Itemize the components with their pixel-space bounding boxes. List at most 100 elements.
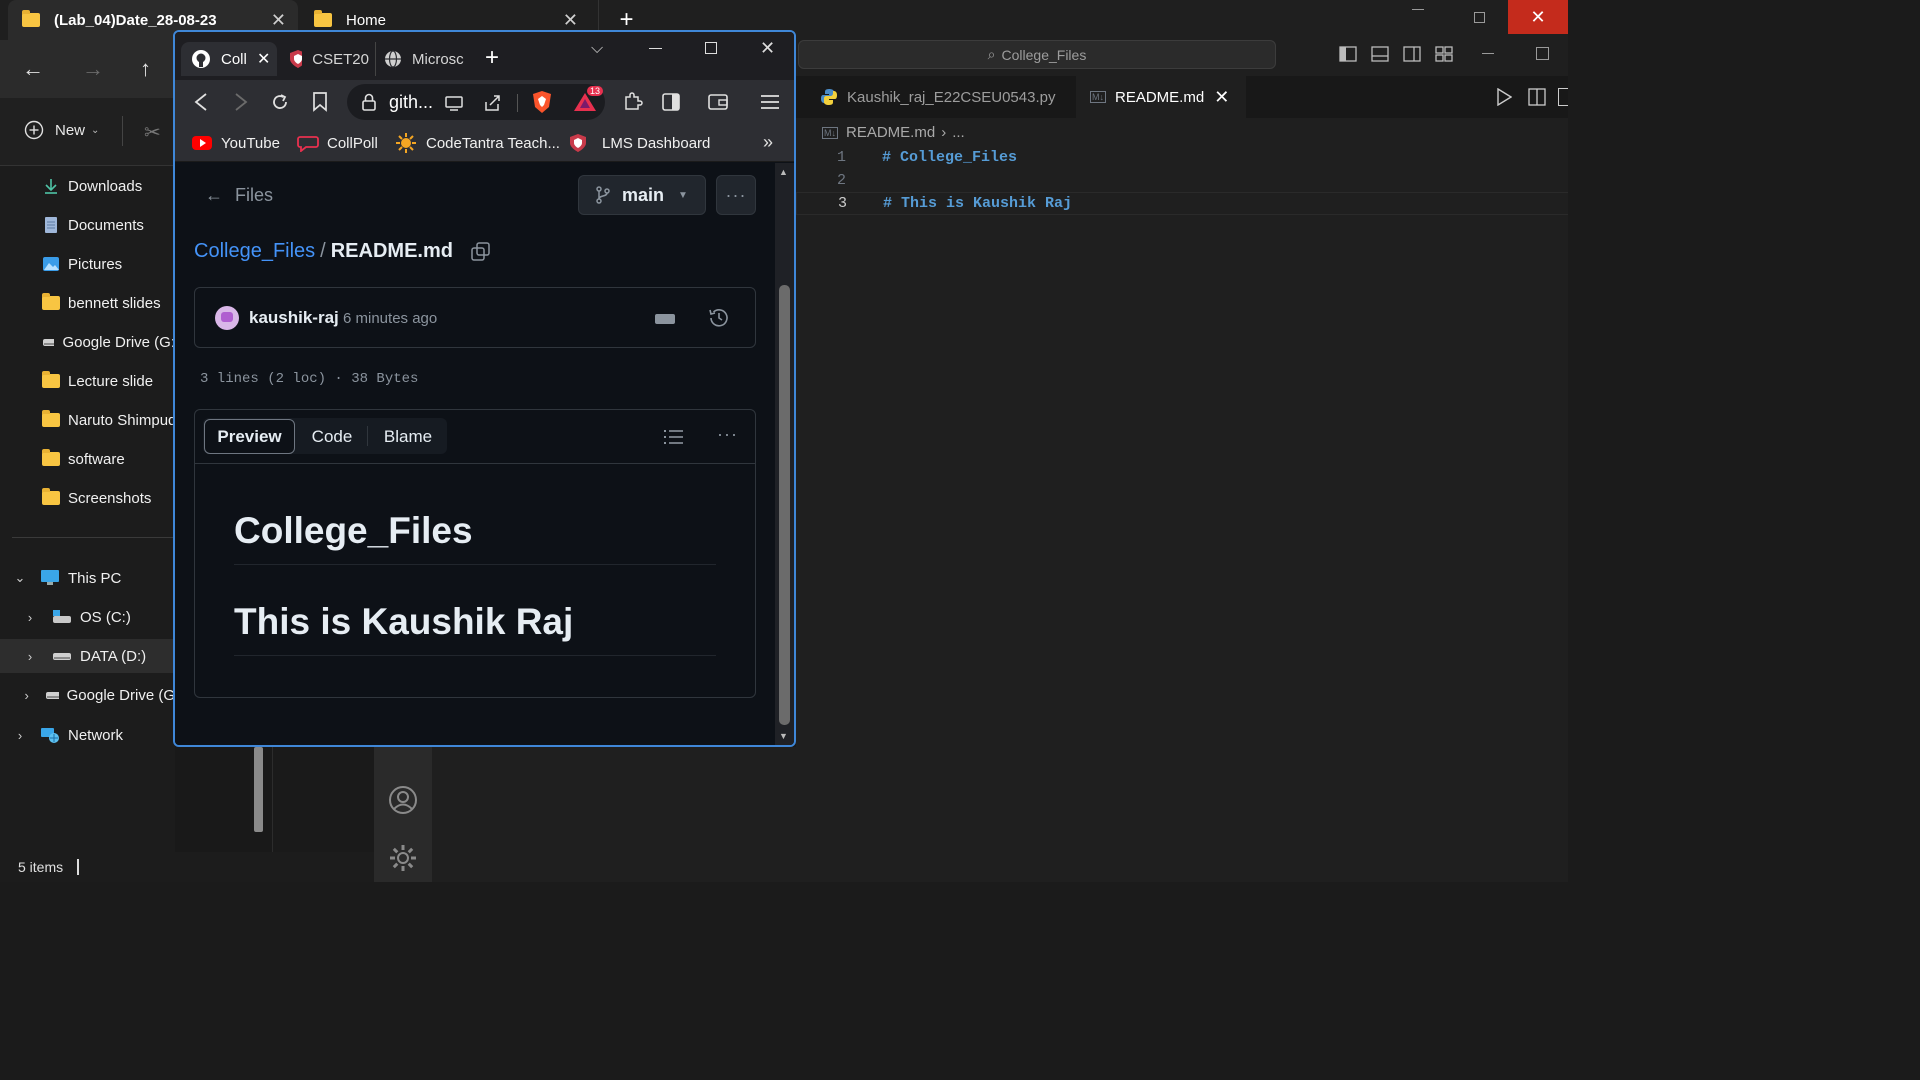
download-icon: [45, 179, 57, 194]
close-window-icon[interactable]: ✕: [760, 38, 775, 59]
sidebar-item-data-d[interactable]: › DATA (D:): [0, 639, 175, 673]
tab-python-file[interactable]: Kaushik_raj_E22CSEU0543.py: [806, 76, 1076, 118]
minimize-icon[interactable]: [1482, 53, 1494, 54]
code-line-current[interactable]: 3 # This is Kaushik Raj: [796, 192, 1568, 215]
bookmark-youtube[interactable]: YouTube: [191, 124, 280, 162]
repo-link[interactable]: College_Files: [194, 240, 315, 263]
tab-search-icon[interactable]: ⌵: [591, 40, 603, 58]
toggle-panel-icon[interactable]: [1371, 46, 1389, 62]
new-tab-button[interactable]: +: [485, 44, 499, 72]
up-arrow-icon[interactable]: ↑: [140, 56, 151, 82]
cut-icon[interactable]: ✂: [144, 120, 161, 145]
bookmark-icon[interactable]: [312, 92, 328, 112]
scrollbar-thumb[interactable]: [779, 285, 790, 725]
chevron-right-icon[interactable]: ›: [10, 728, 30, 743]
files-back-link[interactable]: ← Files: [205, 185, 273, 206]
sidebar-item-screenshots[interactable]: Screenshots: [0, 481, 175, 515]
chevron-right-icon[interactable]: ›: [20, 688, 33, 703]
tab-blame[interactable]: Blame: [371, 419, 445, 454]
sidebar-item-bennett-slides[interactable]: bennett slides: [0, 286, 175, 320]
tab-code[interactable]: Code: [299, 419, 365, 454]
github-file-page: ← Files main ▼ ··· College_Files / READM…: [175, 163, 775, 745]
chevron-right-icon[interactable]: ›: [20, 610, 40, 625]
code-editor[interactable]: M↓ README.md › ... 1 # College_Files 2 3…: [796, 118, 1568, 882]
hamburger-menu-icon[interactable]: [760, 94, 780, 110]
sidebar-toggle-icon[interactable]: [662, 93, 680, 111]
sidebar-item-os-c[interactable]: › OS (C:): [0, 600, 175, 634]
account-icon[interactable]: [387, 784, 419, 816]
scroll-down-icon[interactable]: ▼: [779, 731, 788, 741]
commit-author[interactable]: kaushik-raj: [249, 308, 339, 328]
more-options-button[interactable]: ···: [716, 175, 756, 215]
toggle-secondary-sidebar-icon[interactable]: [1403, 46, 1421, 62]
minimize-icon[interactable]: [1412, 9, 1424, 10]
sidebar-item-google-drive[interactable]: Google Drive (G:: [0, 325, 175, 359]
restore-icon[interactable]: [1474, 12, 1485, 23]
brave-shields-icon[interactable]: [531, 90, 553, 114]
sidebar-item-software[interactable]: software: [0, 442, 175, 476]
sidebar-item-naruto[interactable]: Naruto Shimpud: [0, 403, 175, 437]
new-button[interactable]: New ⌄: [24, 120, 99, 140]
toggle-sidebar-icon[interactable]: [1339, 46, 1357, 62]
branch-selector[interactable]: main ▼: [578, 175, 706, 215]
scroll-up-icon[interactable]: ▲: [779, 167, 788, 177]
page-scrollbar[interactable]: ▲ ▼: [775, 163, 794, 745]
sidebar-item-lecture-slide[interactable]: Lecture slide: [0, 364, 175, 398]
chevron-down-icon[interactable]: ⌄: [10, 570, 30, 586]
more-actions-icon[interactable]: ···: [717, 424, 738, 445]
close-icon[interactable]: ✕: [563, 10, 578, 31]
gear-icon[interactable]: [387, 842, 419, 874]
sidebar-item-documents[interactable]: Documents: [0, 208, 175, 242]
back-arrow-icon[interactable]: ←: [22, 56, 44, 82]
share-icon[interactable]: [483, 94, 503, 112]
close-icon[interactable]: ✕: [1214, 87, 1229, 108]
back-icon[interactable]: [193, 93, 209, 111]
tab-preview[interactable]: Preview: [204, 419, 295, 454]
sidebar-item-pictures[interactable]: Pictures: [0, 247, 175, 281]
sidebar-item-label: Google Drive (G: [66, 686, 175, 704]
sidebar-item-google-drive-g[interactable]: › Google Drive (G: [0, 678, 175, 712]
forward-icon[interactable]: [233, 93, 249, 111]
outline-list-icon[interactable]: [664, 428, 684, 446]
bookmarks-overflow-button[interactable]: »: [763, 132, 773, 153]
customize-layout-icon[interactable]: [1435, 46, 1453, 62]
tab-cset[interactable]: CSET20: [281, 42, 369, 76]
close-window-button[interactable]: ✕: [1508, 0, 1568, 34]
maximize-icon[interactable]: [1536, 47, 1549, 60]
wallet-icon[interactable]: [708, 93, 728, 111]
file-breadcrumb: College_Files / README.md: [194, 240, 491, 263]
tab-github[interactable]: Coll ✕: [181, 42, 277, 76]
command-center-search[interactable]: ⌕ College_Files: [798, 40, 1276, 69]
bookmark-collpoll[interactable]: CollPoll: [297, 124, 378, 162]
split-editor-icon[interactable]: [1558, 88, 1568, 106]
address-bar[interactable]: gith... 13: [347, 84, 605, 120]
code-line[interactable]: 1 # College_Files: [796, 146, 1568, 169]
network-icon: [41, 728, 59, 743]
commit-message-toggle[interactable]: [655, 314, 675, 324]
tab-readme[interactable]: M↓ README.md ✕: [1076, 76, 1246, 118]
sidebar-item-downloads[interactable]: Downloads: [0, 169, 175, 203]
breadcrumb-more[interactable]: ...: [952, 124, 965, 141]
forward-arrow-icon[interactable]: →: [82, 56, 104, 82]
bookmark-lms[interactable]: LMS Dashboard: [569, 124, 710, 162]
close-icon[interactable]: ✕: [271, 10, 286, 31]
close-icon[interactable]: ✕: [257, 49, 270, 69]
reload-icon[interactable]: [270, 92, 290, 112]
chevron-right-icon[interactable]: ›: [20, 649, 40, 664]
copy-icon[interactable]: [471, 241, 491, 262]
bookmark-codetantra[interactable]: CodeTantra Teach...: [395, 124, 560, 162]
extensions-icon[interactable]: [623, 92, 643, 112]
tab-microsoft[interactable]: Microsc: [375, 42, 465, 76]
breadcrumb-file[interactable]: README.md: [846, 124, 935, 141]
minimize-icon[interactable]: [649, 48, 662, 49]
sidebar-item-network[interactable]: › Network: [0, 718, 175, 752]
open-preview-icon[interactable]: [1528, 88, 1546, 106]
run-icon[interactable]: [1496, 88, 1512, 106]
scrollbar-thumb[interactable]: [254, 747, 263, 832]
avatar[interactable]: [215, 306, 239, 330]
maximize-icon[interactable]: [705, 42, 717, 54]
code-line[interactable]: 2: [796, 169, 1568, 192]
history-icon[interactable]: [708, 307, 730, 329]
install-app-icon[interactable]: [445, 95, 465, 111]
sidebar-item-this-pc[interactable]: ⌄ This PC: [0, 561, 175, 595]
